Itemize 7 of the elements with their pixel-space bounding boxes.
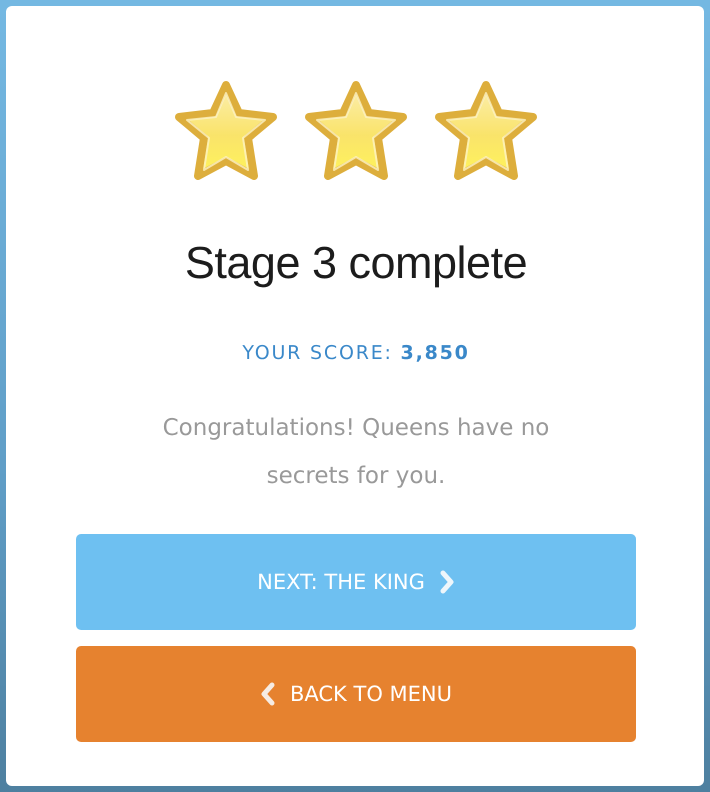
score-text: YOUR SCORE: 3,850 — [242, 341, 470, 366]
chevron-left-icon — [260, 682, 276, 706]
next-stage-button[interactable]: NEXT: THE KING — [76, 534, 636, 630]
congratulations-message: Congratulations! Queens have no secrets for you. — [162, 414, 550, 491]
stage-title: Stage 3 complete — [184, 236, 528, 290]
chevron-right-icon — [438, 570, 455, 594]
back-to-menu-button[interactable]: BACK TO MENU — [76, 646, 636, 742]
